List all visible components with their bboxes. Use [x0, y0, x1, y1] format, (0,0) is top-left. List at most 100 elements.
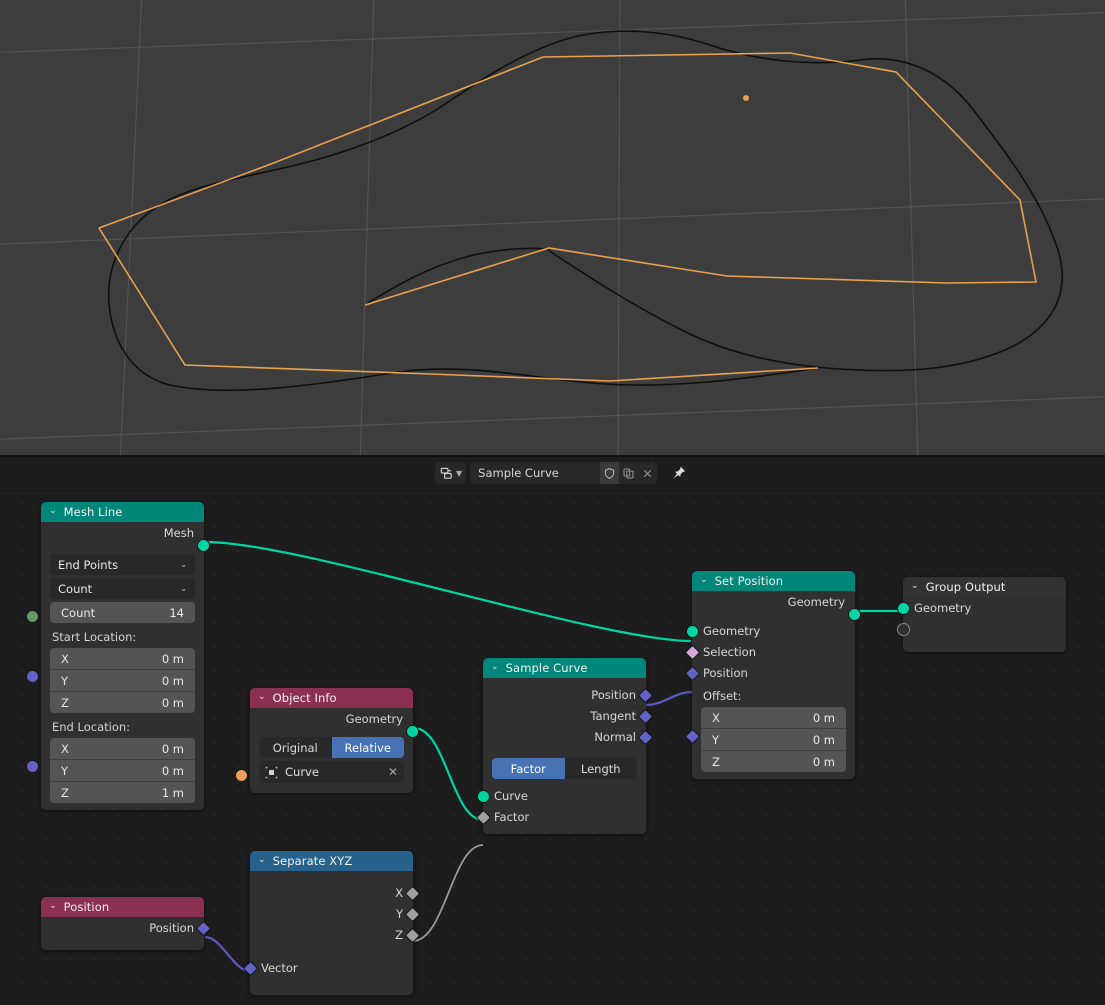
socket-label-normal: Normal	[594, 730, 636, 744]
socket-in-geometry[interactable]	[686, 625, 699, 638]
segment-relative[interactable]: Relative	[332, 737, 405, 758]
socket-out-tangent[interactable]	[638, 709, 654, 725]
link-position-separatexyz	[205, 937, 250, 971]
field-end-x[interactable]: X 0 m	[50, 738, 195, 759]
object-name: Curve	[285, 765, 319, 779]
link-meshline-setposition	[206, 542, 691, 641]
pin-icon[interactable]	[671, 465, 687, 481]
socket-out-geometry[interactable]	[406, 725, 419, 738]
chevron-down-icon[interactable]: ⌄	[49, 506, 57, 516]
socket-in-geometry[interactable]	[897, 602, 910, 615]
segmented-sample-mode[interactable]: Factor Length	[492, 758, 637, 779]
socket-out-y[interactable]	[405, 907, 421, 923]
chevron-down-icon[interactable]: ⌄	[700, 575, 708, 585]
field-offset-x[interactable]: X 0 m	[701, 707, 846, 728]
field-end-z[interactable]: Z 1 m	[50, 781, 195, 803]
field-end-z-label: Z	[61, 786, 69, 800]
output-row-tangent: Tangent	[483, 705, 646, 726]
field-count-value: 14	[169, 606, 184, 620]
unlink-icon[interactable]	[638, 462, 657, 484]
socket-in-offset[interactable]	[685, 729, 701, 745]
socket-in-start-location[interactable]	[26, 670, 39, 683]
field-end-z-value: 1 m	[162, 786, 184, 800]
node-header-position[interactable]: ⌄ Position	[41, 897, 204, 917]
node-group-actions	[600, 462, 657, 484]
socket-in-count[interactable]	[26, 610, 39, 623]
node-group-name-field[interactable]: Sample Curve	[470, 462, 600, 484]
socket-label-vector: Vector	[261, 961, 298, 975]
field-start-y-label: Y	[61, 674, 68, 688]
input-row-empty	[903, 618, 1066, 639]
socket-in-curve[interactable]	[477, 790, 490, 803]
node-sample-curve[interactable]: ⌄ Sample Curve Position Tangent Normal	[483, 658, 646, 834]
node-object-info[interactable]: ⌄ Object Info Geometry Original Relative	[250, 688, 413, 793]
chevron-down-icon[interactable]: ⌄	[491, 662, 499, 672]
chevron-down-icon[interactable]: ⌄	[258, 855, 266, 865]
chevron-down-icon[interactable]: ⌄	[258, 692, 266, 702]
segment-length[interactable]: Length	[565, 758, 638, 779]
socket-out-x[interactable]	[405, 886, 421, 902]
editor-type-button[interactable]: ▼	[435, 462, 466, 484]
new-copy-icon[interactable]	[619, 462, 638, 484]
label-end-location: End Location:	[41, 717, 204, 738]
socket-out-position[interactable]	[196, 921, 212, 937]
node-header-separate-xyz[interactable]: ⌄ Separate XYZ	[250, 851, 413, 871]
segmented-transform-space[interactable]: Original Relative	[259, 737, 404, 758]
node-separate-xyz[interactable]: ⌄ Separate XYZ X Y Z	[250, 851, 413, 995]
node-title: Group Output	[926, 580, 1006, 594]
segment-factor[interactable]: Factor	[492, 758, 565, 779]
fake-user-icon[interactable]	[600, 462, 619, 484]
field-offset-z[interactable]: Z 0 m	[701, 750, 846, 772]
socket-out-position[interactable]	[638, 688, 654, 704]
field-start-x[interactable]: X 0 m	[50, 648, 195, 669]
socket-in-new[interactable]	[897, 623, 910, 636]
node-position[interactable]: ⌄ Position Position	[41, 897, 204, 950]
field-count[interactable]: Count 14	[50, 602, 195, 623]
socket-in-vector[interactable]	[243, 961, 259, 977]
socket-out-normal[interactable]	[638, 730, 654, 746]
viewport-3d[interactable]	[0, 0, 1105, 455]
node-mesh-line[interactable]: ⌄ Mesh Line Mesh End Points ⌄ Count ⌄	[41, 502, 204, 810]
node-title: Mesh Line	[64, 505, 123, 519]
node-header-mesh-line[interactable]: ⌄ Mesh Line	[41, 502, 204, 522]
dropdown-count-mode[interactable]: Count ⌄	[50, 578, 195, 599]
chevron-down-icon: ▼	[456, 469, 462, 478]
chevron-down-icon[interactable]: ⌄	[911, 581, 919, 591]
field-start-x-label: X	[61, 652, 69, 666]
field-start-z-label: Z	[61, 696, 69, 710]
socket-label-curve: Curve	[494, 789, 528, 803]
output-row-mesh: Mesh	[41, 522, 204, 543]
node-header-object-info[interactable]: ⌄ Object Info	[250, 688, 413, 708]
field-start-y[interactable]: Y 0 m	[50, 669, 195, 691]
socket-label-geometry-in: Geometry	[703, 624, 760, 638]
socket-in-object[interactable]	[235, 769, 248, 782]
dropdown-mode[interactable]: End Points ⌄	[50, 554, 195, 575]
socket-in-end-location[interactable]	[26, 760, 39, 773]
socket-in-selection[interactable]	[685, 645, 701, 661]
object-selector[interactable]: Curve ✕	[259, 761, 404, 783]
node-header-set-position[interactable]: ⌄ Set Position	[692, 571, 855, 591]
input-row-geometry: Geometry	[903, 597, 1066, 618]
node-header-sample-curve[interactable]: ⌄ Sample Curve	[483, 658, 646, 678]
chevron-down-icon[interactable]: ⌄	[49, 901, 57, 911]
field-end-y-label: Y	[61, 764, 68, 778]
node-group-output[interactable]: ⌄ Group Output Geometry	[903, 577, 1066, 652]
output-row-geometry: Geometry	[692, 591, 855, 612]
field-offset-x-value: 0 m	[813, 711, 835, 725]
viewport-canvas	[0, 0, 1105, 455]
socket-out-mesh[interactable]	[197, 539, 210, 552]
field-offset-y[interactable]: Y 0 m	[701, 728, 846, 750]
field-end-y[interactable]: Y 0 m	[50, 759, 195, 781]
socket-in-factor[interactable]	[476, 810, 492, 826]
geometry-node-editor[interactable]: ▼ Sample Curve	[0, 457, 1105, 1005]
node-set-position[interactable]: ⌄ Set Position Geometry Geometry Selecti…	[692, 571, 855, 779]
field-start-z[interactable]: Z 0 m	[50, 691, 195, 713]
breadcrumb: ▼ Sample Curve	[435, 462, 687, 484]
node-header-group-output[interactable]: ⌄ Group Output	[903, 577, 1066, 597]
field-offset-y-label: Y	[712, 733, 719, 747]
node-body-object-info: Geometry Original Relative	[250, 708, 413, 793]
socket-out-z[interactable]	[405, 928, 421, 944]
socket-in-position[interactable]	[685, 666, 701, 682]
segment-original[interactable]: Original	[259, 737, 332, 758]
x-icon[interactable]: ✕	[388, 765, 398, 779]
